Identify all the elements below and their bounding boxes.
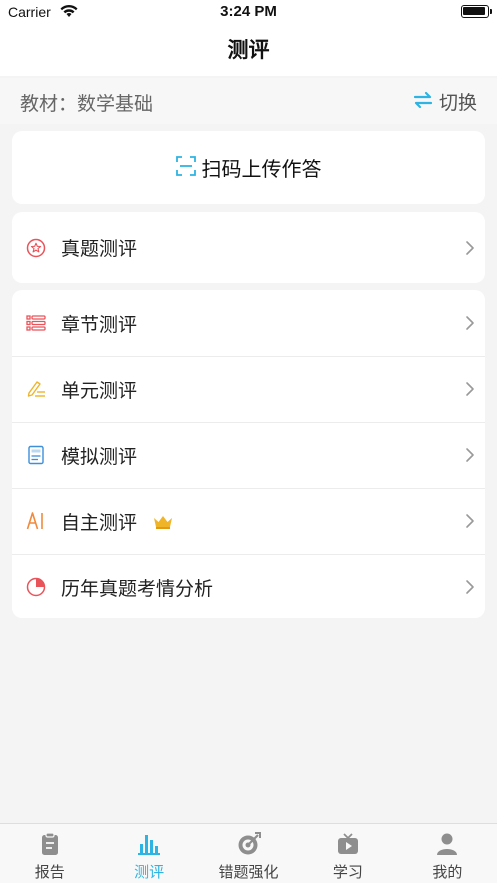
ai-icon xyxy=(26,511,46,531)
real-exam-card: 真题测评 xyxy=(12,212,485,283)
chevron-right-icon xyxy=(465,579,475,595)
menu-item-label: 单元测评 xyxy=(61,379,138,402)
tab-evaluation[interactable]: 测评 xyxy=(99,824,198,883)
scan-icon xyxy=(175,155,196,180)
chevron-right-icon xyxy=(465,315,475,331)
clipboard-icon xyxy=(38,832,62,856)
document-icon xyxy=(26,445,46,465)
chevron-right-icon xyxy=(465,447,475,463)
menu-item-label: 历年真题考情分析 xyxy=(61,577,214,600)
menu-item-analysis[interactable]: 历年真题考情分析 xyxy=(12,554,485,620)
chevron-right-icon xyxy=(465,240,475,256)
pie-chart-icon xyxy=(26,577,46,597)
scan-upload-button[interactable]: 扫码上传作答 xyxy=(12,131,485,204)
chevron-right-icon xyxy=(465,513,475,529)
tab-label: 错题强化 xyxy=(218,863,279,881)
tab-mine[interactable]: 我的 xyxy=(398,824,497,883)
real-exam-label: 真题测评 xyxy=(61,238,138,260)
target-icon xyxy=(237,832,261,856)
menu-item-label: 模拟测评 xyxy=(61,445,138,468)
clock: 3:24 PM xyxy=(220,3,277,20)
star-circle-icon xyxy=(26,238,46,258)
user-icon xyxy=(435,832,459,856)
pencil-lines-icon xyxy=(26,379,46,399)
menu-item-self[interactable]: 自主测评 xyxy=(12,488,485,554)
tab-report[interactable]: 报告 xyxy=(0,824,99,883)
menu-item-unit[interactable]: 单元测评 xyxy=(12,356,485,422)
tv-play-icon xyxy=(336,832,360,856)
status-bar: Carrier 3:24 PM xyxy=(0,0,497,26)
tab-bar: 报告 测评 错题强化 学习 我的 xyxy=(0,823,497,883)
battery-icon xyxy=(461,5,492,18)
list-icon xyxy=(26,313,46,333)
tab-mistakes[interactable]: 错题强化 xyxy=(199,824,298,883)
tab-label: 测评 xyxy=(134,863,165,881)
real-exam-row[interactable]: 真题测评 xyxy=(12,212,485,283)
tab-label: 我的 xyxy=(432,863,463,881)
scan-upload-label: 扫码上传作答 xyxy=(201,157,322,181)
menu-item-mock[interactable]: 模拟测评 xyxy=(12,422,485,488)
evaluation-list-card: 章节测评 单元测评 模拟测评 自主测评 历年真题考情分析 xyxy=(12,290,485,618)
menu-item-chapter[interactable]: 章节测评 xyxy=(12,290,485,356)
swap-arrows-icon xyxy=(413,91,433,113)
switch-label: 切换 xyxy=(438,92,477,114)
tab-label: 学习 xyxy=(332,863,363,881)
textbook-bar: 教材：数学基础 切换 xyxy=(0,78,497,124)
menu-item-label: 章节测评 xyxy=(61,313,138,336)
switch-textbook-button[interactable]: 切换 xyxy=(413,88,477,115)
page-title: 测评 xyxy=(227,38,270,62)
crown-icon xyxy=(153,514,173,533)
bar-chart-icon xyxy=(137,832,161,856)
tab-study[interactable]: 学习 xyxy=(298,824,397,883)
navigation-bar: 测评 xyxy=(0,26,497,76)
tab-label: 报告 xyxy=(34,863,65,881)
chevron-right-icon xyxy=(465,381,475,397)
menu-item-label: 自主测评 xyxy=(61,511,138,534)
textbook-label: 教材：数学基础 xyxy=(20,93,154,115)
